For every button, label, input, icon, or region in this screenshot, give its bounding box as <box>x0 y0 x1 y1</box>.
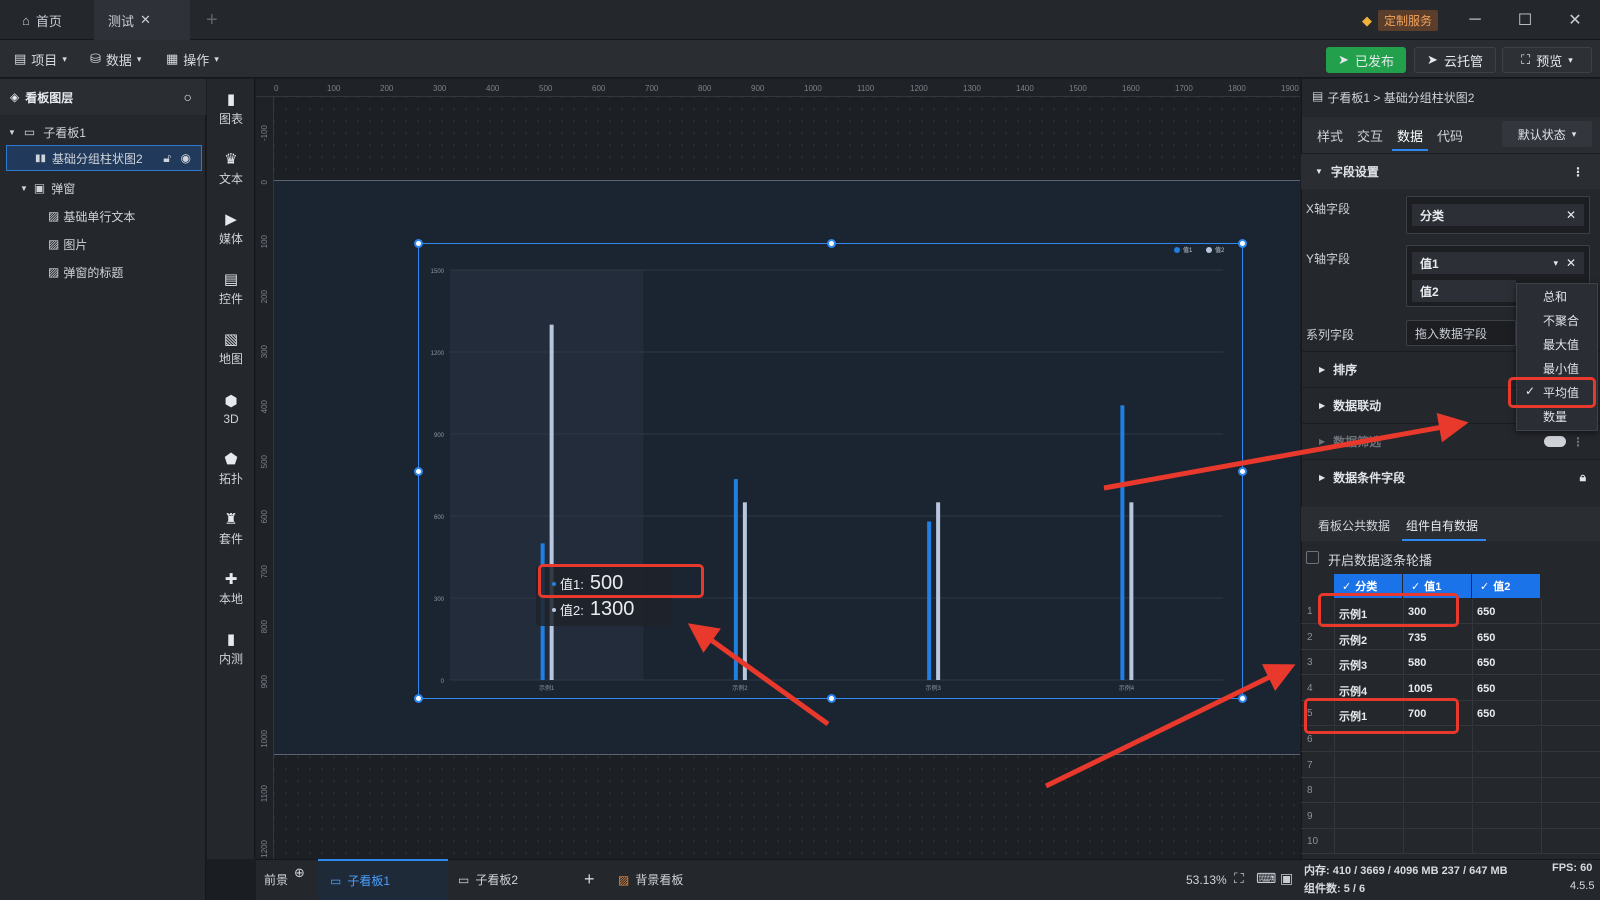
arrow-to-tooltip <box>687 623 830 727</box>
annotation-arrows <box>687 412 1469 789</box>
arrow-to-table <box>1044 664 1296 789</box>
arrow-to-avg <box>1103 412 1469 491</box>
